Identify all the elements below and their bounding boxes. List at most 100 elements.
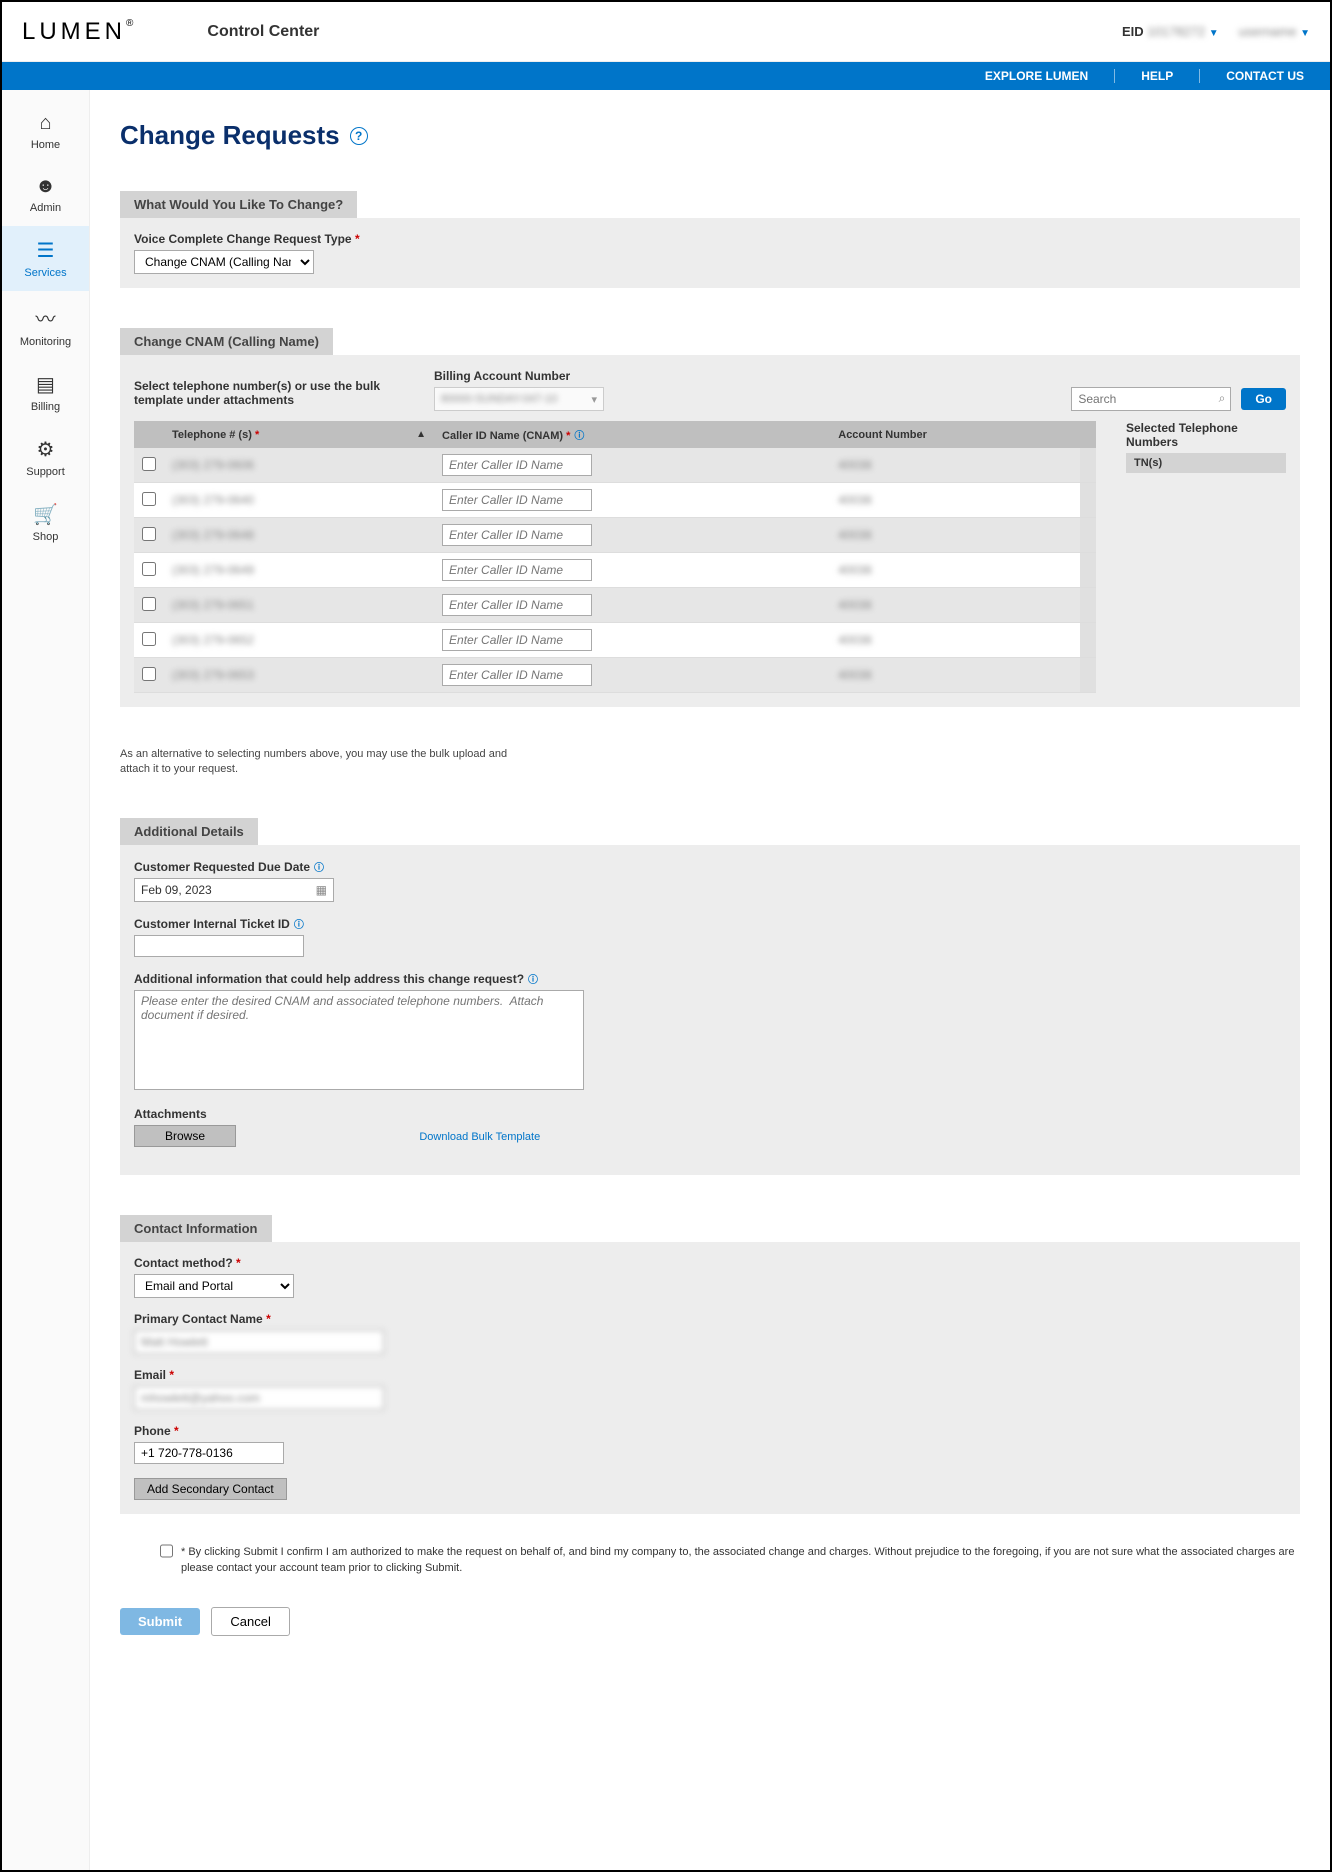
tn-header: TN(s) (1126, 453, 1286, 473)
contact-name-input[interactable] (134, 1330, 384, 1354)
telephone-cell: (303) 279-0651 (172, 598, 254, 612)
additional-info-textarea[interactable] (134, 990, 584, 1090)
due-date-input[interactable]: Feb 09, 2023 ▦ (134, 878, 334, 902)
explore-link[interactable]: EXPLORE LUMEN (979, 69, 1094, 83)
table-row: (303) 279-0651 40038 (134, 588, 1096, 623)
phone-input[interactable] (134, 1442, 284, 1464)
telephone-cell: (303) 279-0652 (172, 633, 254, 647)
user-icon: ☻ (35, 175, 56, 198)
submit-button[interactable]: Submit (120, 1608, 200, 1635)
billing-label: Billing Account Number (434, 369, 604, 383)
change-type-label: Voice Complete Change Request Type * (134, 232, 1286, 246)
list-icon: ☰ (37, 238, 55, 263)
col-cnam[interactable]: Caller ID Name (CNAM) *ⓘ (434, 421, 830, 448)
sidebar-item-billing[interactable]: ▤Billing (2, 360, 89, 425)
section-contact-tab: Contact Information (120, 1215, 272, 1242)
table-row: (303) 279-0640 40038 (134, 483, 1096, 518)
cnam-input[interactable] (442, 629, 592, 651)
row-checkbox[interactable] (142, 632, 156, 646)
section-cnam-tab: Change CNAM (Calling Name) (120, 328, 333, 355)
disclaimer-text: * By clicking Submit I confirm I am auth… (181, 1544, 1300, 1577)
telephone-cell: (303) 279-0606 (172, 458, 254, 472)
calendar-icon: ▦ (316, 883, 327, 897)
account-cell: 40038 (838, 563, 871, 577)
instruction-label: Select telephone number(s) or use the bu… (134, 379, 394, 407)
ticket-input[interactable] (134, 935, 304, 957)
table-row: (303) 279-0606 40038 (134, 448, 1096, 483)
telephone-cell: (303) 279-0653 (172, 668, 254, 682)
chevron-down-icon: ▼ (1300, 28, 1310, 39)
bluebar: EXPLORE LUMEN HELP CONTACT US (2, 62, 1330, 90)
account-cell: 40038 (838, 668, 871, 682)
help-icon[interactable]: ? (350, 127, 368, 145)
section-details-tab: Additional Details (120, 818, 258, 845)
download-template-link[interactable]: Download Bulk Template (419, 1131, 540, 1143)
telephone-cell: (303) 279-0649 (172, 563, 254, 577)
cnam-input[interactable] (442, 559, 592, 581)
cancel-button[interactable]: Cancel (211, 1607, 289, 1636)
sidebar-item-home[interactable]: ⌂Home (2, 100, 89, 163)
info-icon[interactable]: ⓘ (574, 431, 584, 442)
sidebar: ⌂Home ☻Admin ☰Services 〰Monitoring ▤Bill… (2, 90, 90, 1870)
change-type-select[interactable]: Change CNAM (Calling Nam (134, 250, 314, 274)
row-checkbox[interactable] (142, 597, 156, 611)
user-dropdown[interactable]: username ▼ (1239, 24, 1310, 39)
sidebar-item-monitoring[interactable]: 〰Monitoring (2, 291, 89, 360)
ticket-label: Customer Internal Ticket IDⓘ (134, 916, 1286, 931)
sidebar-item-shop[interactable]: 🛒Shop (2, 490, 89, 555)
help-link[interactable]: HELP (1135, 69, 1179, 83)
pulse-icon: 〰 (36, 303, 56, 332)
billing-account-dropdown[interactable]: 80000-SUNDAY-047-10 ▾ (434, 387, 604, 411)
cnam-input[interactable] (442, 454, 592, 476)
search-icon: ⌕ (1219, 391, 1226, 406)
go-button[interactable]: Go (1241, 388, 1286, 410)
cnam-input[interactable] (442, 664, 592, 686)
contact-link[interactable]: CONTACT US (1220, 69, 1310, 83)
telephone-cell: (303) 279-0648 (172, 528, 254, 542)
cnam-input[interactable] (442, 594, 592, 616)
search-input[interactable] (1071, 387, 1231, 411)
contact-name-label: Primary Contact Name * (134, 1312, 1286, 1326)
info-icon[interactable]: ⓘ (294, 920, 304, 931)
cart-icon: 🛒 (33, 502, 58, 527)
row-checkbox[interactable] (142, 492, 156, 506)
section-change-type-tab: What Would You Like To Change? (120, 191, 357, 218)
sidebar-item-admin[interactable]: ☻Admin (2, 163, 89, 226)
account-cell: 40038 (838, 458, 871, 472)
additional-info-label: Additional information that could help a… (134, 971, 1286, 986)
col-telephone[interactable]: Telephone # (s) * ▲ (164, 421, 434, 448)
info-icon[interactable]: ⓘ (314, 863, 324, 874)
page-title: Change Requests ? (120, 120, 1300, 151)
sidebar-item-services[interactable]: ☰Services (2, 226, 89, 291)
table-row: (303) 279-0652 40038 (134, 623, 1096, 658)
row-checkbox[interactable] (142, 457, 156, 471)
gear-icon: ⚙ (37, 437, 55, 462)
row-checkbox[interactable] (142, 527, 156, 541)
sidebar-item-support[interactable]: ⚙Support (2, 425, 89, 490)
email-label: Email * (134, 1368, 1286, 1382)
document-icon: ▤ (36, 372, 55, 397)
account-cell: 40038 (838, 528, 871, 542)
col-account[interactable]: Account Number (830, 421, 1080, 448)
cnam-input[interactable] (442, 489, 592, 511)
chevron-down-icon: ▼ (1209, 28, 1219, 39)
browse-button[interactable]: Browse (134, 1125, 236, 1147)
disclaimer-checkbox[interactable] (160, 1544, 173, 1558)
email-input[interactable] (134, 1386, 384, 1410)
table-row: (303) 279-0648 40038 (134, 518, 1096, 553)
row-checkbox[interactable] (142, 667, 156, 681)
attachments-label: Attachments (134, 1107, 1286, 1121)
cnam-input[interactable] (442, 524, 592, 546)
selected-numbers-title: Selected Telephone Numbers (1126, 421, 1286, 449)
table-row: (303) 279-0653 40038 (134, 658, 1096, 693)
sort-up-icon: ▲ (416, 429, 426, 440)
home-icon: ⌂ (39, 112, 51, 135)
eid-dropdown[interactable]: EID 10178272 ▼ (1122, 24, 1219, 39)
contact-method-label: Contact method? * (134, 1256, 1286, 1270)
contact-method-select[interactable]: Email and Portal (134, 1274, 294, 1298)
logo: LUMEN® (22, 18, 137, 46)
row-checkbox[interactable] (142, 562, 156, 576)
account-cell: 40038 (838, 598, 871, 612)
info-icon[interactable]: ⓘ (528, 975, 538, 986)
add-secondary-contact-button[interactable]: Add Secondary Contact (134, 1478, 287, 1500)
